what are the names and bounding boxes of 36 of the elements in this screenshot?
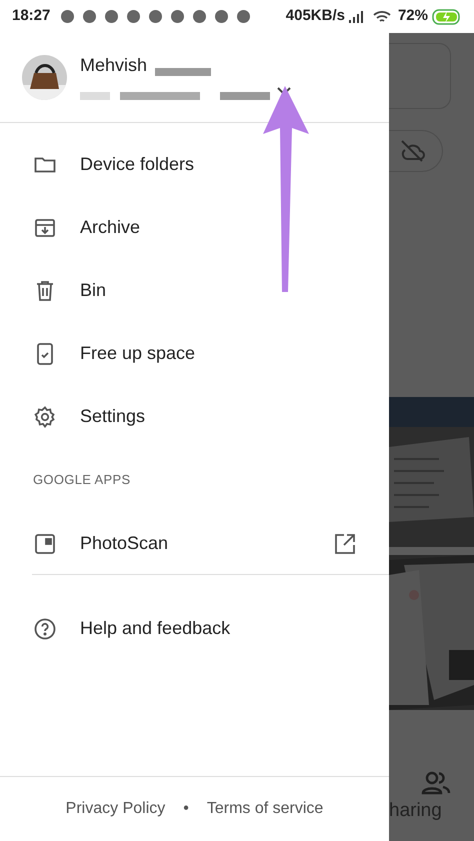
menu-item[interactable]: Device folders (0, 133, 389, 196)
external-link-icon[interactable] (333, 532, 357, 556)
people-icon (420, 771, 450, 795)
menu-item[interactable]: Free up space (0, 322, 389, 385)
notification-icon (236, 9, 252, 24)
notification-icon (82, 9, 98, 24)
notification-icon (148, 9, 164, 24)
nav-label: haring (389, 799, 442, 823)
notification-icon (126, 9, 142, 24)
network-speed: 405KB/s (286, 6, 345, 26)
menu-item[interactable]: Settings (0, 385, 389, 448)
cloud-off-icon (399, 139, 427, 163)
account-name: Mehvish (80, 54, 148, 77)
help-icon (33, 616, 57, 640)
notification-icon (104, 9, 120, 24)
photo-frame-icon (33, 532, 57, 556)
wifi-icon (372, 10, 391, 24)
menu-item[interactable]: Archive (0, 196, 389, 259)
separator-dot: • (183, 799, 189, 819)
notification-icon (60, 9, 76, 24)
status-time: 18:27 (12, 6, 50, 26)
notification-icon (192, 9, 208, 24)
settings-icon (33, 404, 57, 428)
battery-percent: 72% (398, 6, 428, 26)
battery-charging-icon (432, 8, 462, 24)
section-header: GOOGLE APPS (33, 471, 131, 490)
menu-item[interactable]: Help and feedback (0, 597, 389, 660)
terms-link[interactable]: Terms of service (206, 797, 324, 821)
notification-icon (214, 9, 230, 24)
avatar[interactable] (22, 55, 67, 100)
menu-item[interactable]: PhotoScan (0, 512, 389, 575)
redaction (155, 68, 211, 76)
privacy-link[interactable]: Privacy Policy (66, 797, 166, 821)
menu-item[interactable]: Bin (0, 259, 389, 322)
signal-icon (348, 10, 364, 23)
notification-icon (170, 9, 186, 24)
